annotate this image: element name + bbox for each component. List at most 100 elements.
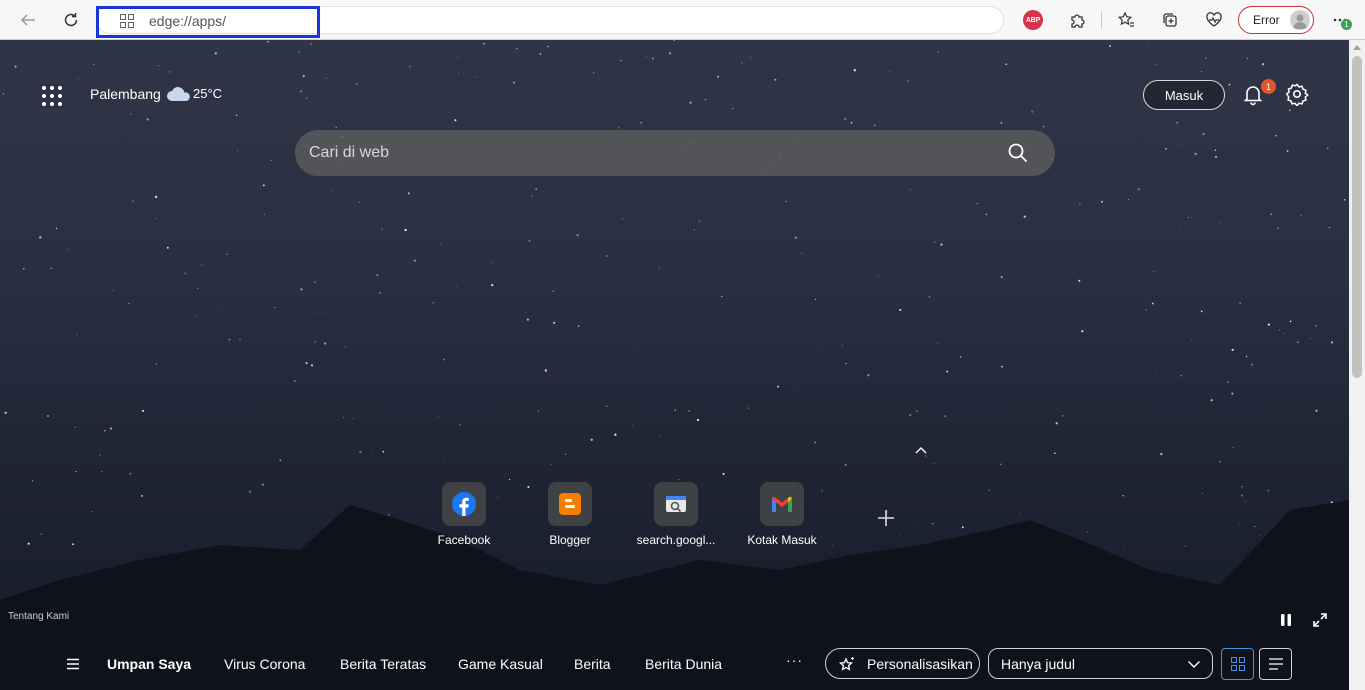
star xyxy=(1343,199,1346,201)
star xyxy=(590,438,593,441)
star xyxy=(156,218,157,219)
star xyxy=(323,342,327,345)
star xyxy=(373,421,375,423)
apps-page-icon xyxy=(120,14,134,28)
quick-link-search-console[interactable]: search.googl... xyxy=(631,482,721,552)
tile-label: Kotak Masuk xyxy=(747,533,817,547)
menu-icon[interactable] xyxy=(66,658,80,670)
tab-umpan-saya[interactable]: Umpan Saya xyxy=(107,656,191,672)
star xyxy=(1145,308,1147,311)
address-text[interactable]: edge://apps/ xyxy=(149,13,226,29)
star xyxy=(539,53,542,55)
star xyxy=(358,201,361,203)
star xyxy=(314,341,316,343)
star xyxy=(620,59,622,62)
new-tab-page: Palembang 25°C Masuk 1 Facebook xyxy=(0,40,1349,690)
address-bar[interactable]: edge://apps/ xyxy=(96,6,1004,34)
star xyxy=(618,126,620,129)
quick-link-facebook[interactable]: Facebook xyxy=(419,482,509,552)
back-button[interactable] xyxy=(14,6,42,34)
tab-berita-dunia[interactable]: Berita Dunia xyxy=(645,656,722,672)
grid-view-button[interactable] xyxy=(1221,648,1254,680)
apps-launcher-button[interactable] xyxy=(42,86,62,106)
star xyxy=(1254,526,1256,528)
about-link[interactable]: Tentang Kami xyxy=(8,611,69,622)
star xyxy=(40,533,42,535)
update-badge: 1 xyxy=(1341,19,1352,30)
star xyxy=(614,433,617,436)
star xyxy=(47,415,49,417)
star xyxy=(141,409,145,412)
star xyxy=(166,246,169,249)
star xyxy=(459,423,462,426)
star xyxy=(1184,545,1186,547)
tab-berita-teratas[interactable]: Berita Teratas xyxy=(340,656,426,672)
star xyxy=(220,307,222,309)
list-view-button[interactable] xyxy=(1259,648,1292,680)
tab-game-kasual[interactable]: Game Kasual xyxy=(458,656,543,672)
star xyxy=(1055,422,1058,425)
star xyxy=(168,71,170,73)
tab-berita[interactable]: Berita xyxy=(574,656,611,672)
star xyxy=(658,268,660,269)
search-icon[interactable] xyxy=(1007,142,1029,164)
star xyxy=(50,267,52,269)
favorites-button[interactable] xyxy=(1112,6,1140,34)
star xyxy=(22,267,25,270)
search-input[interactable] xyxy=(309,140,989,166)
personalize-button[interactable]: Personalisasikan xyxy=(825,648,980,679)
tab-virus-corona[interactable]: Virus Corona xyxy=(224,656,305,672)
star xyxy=(154,195,158,199)
sign-in-button[interactable]: Masuk xyxy=(1143,80,1225,110)
extensions-button[interactable] xyxy=(1063,6,1091,34)
star xyxy=(841,344,843,346)
more-tabs-button[interactable]: ··· xyxy=(786,652,803,668)
star xyxy=(544,369,547,372)
tile-icon-box xyxy=(760,482,804,526)
collections-button[interactable] xyxy=(1156,6,1184,34)
content-view-dropdown[interactable]: Hanya judul xyxy=(988,648,1213,679)
star xyxy=(432,302,434,304)
gmail-icon xyxy=(772,496,792,512)
star xyxy=(1259,535,1261,537)
scroll-thumb[interactable] xyxy=(1352,56,1362,378)
star xyxy=(310,364,314,367)
weather-temperature[interactable]: 25°C xyxy=(193,86,222,101)
star xyxy=(343,416,345,419)
pause-icon[interactable] xyxy=(1279,613,1293,627)
star xyxy=(1153,271,1155,273)
star xyxy=(791,387,793,389)
star xyxy=(1202,493,1203,494)
star xyxy=(909,413,912,417)
star xyxy=(888,70,890,72)
page-scrollbar[interactable] xyxy=(1349,40,1365,690)
star xyxy=(27,542,30,545)
browser-essentials-button[interactable] xyxy=(1200,6,1228,34)
star xyxy=(696,418,700,422)
star xyxy=(1239,302,1242,305)
quick-link-blogger[interactable]: Blogger xyxy=(525,482,615,552)
adblock-extension-icon[interactable]: ABP xyxy=(1023,10,1043,30)
scroll-up-arrow[interactable] xyxy=(1353,45,1361,50)
facebook-icon xyxy=(452,492,476,516)
gear-icon[interactable] xyxy=(1285,82,1309,106)
star xyxy=(899,535,901,536)
weather-city[interactable]: Palembang xyxy=(90,86,161,102)
star xyxy=(1315,325,1317,327)
star xyxy=(77,77,79,79)
star xyxy=(1250,363,1253,366)
star xyxy=(563,57,565,59)
user-icon xyxy=(1293,14,1307,29)
star xyxy=(1241,494,1243,497)
star xyxy=(1239,524,1240,525)
star xyxy=(1219,221,1222,224)
refresh-button[interactable] xyxy=(57,6,85,34)
star xyxy=(1215,155,1217,158)
chevron-up-icon[interactable] xyxy=(913,444,929,456)
profile-button[interactable]: Error xyxy=(1238,6,1314,34)
expand-icon[interactable] xyxy=(1312,612,1328,628)
quick-link-gmail[interactable]: Kotak Masuk xyxy=(737,482,827,552)
web-search-box[interactable] xyxy=(295,130,1055,176)
star xyxy=(407,192,410,195)
add-site-plus-icon[interactable] xyxy=(876,508,896,528)
